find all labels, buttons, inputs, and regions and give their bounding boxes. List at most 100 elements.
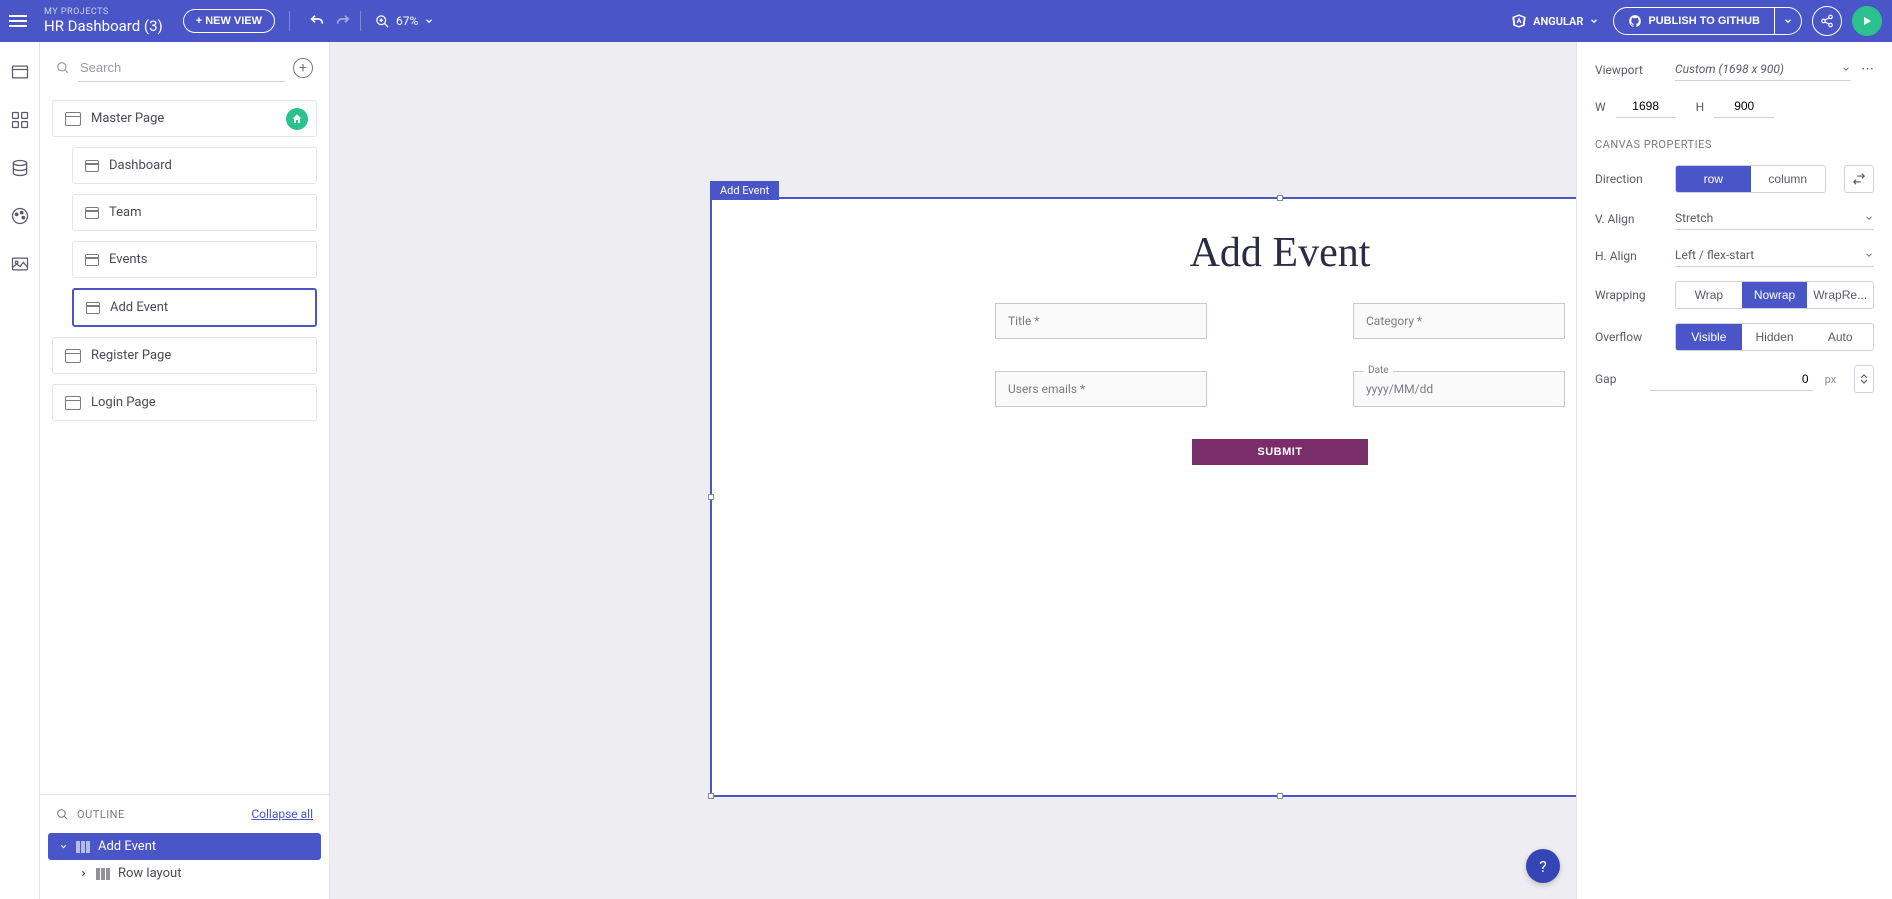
viewport-label: Viewport bbox=[1595, 63, 1665, 77]
publish-caret-button[interactable] bbox=[1775, 7, 1802, 35]
page-item-dashboard[interactable]: Dashboard bbox=[72, 147, 317, 184]
page-icon bbox=[65, 112, 81, 126]
canvas-properties-title: CANVAS PROPERTIES bbox=[1595, 138, 1874, 151]
publish-button[interactable]: PUBLISH TO GITHUB bbox=[1613, 7, 1775, 35]
share-icon bbox=[1820, 14, 1834, 28]
share-button[interactable] bbox=[1812, 6, 1842, 36]
field-label: Category * bbox=[1366, 314, 1422, 328]
tree-item-label: Add Event bbox=[98, 839, 156, 854]
tree-item-label: Row layout bbox=[118, 866, 181, 881]
page-label: Events bbox=[109, 252, 147, 267]
valign-label: V. Align bbox=[1595, 212, 1665, 226]
icon-rail bbox=[0, 42, 40, 899]
page-item-login[interactable]: Login Page bbox=[52, 384, 317, 421]
rail-data-button[interactable] bbox=[8, 156, 32, 180]
menu-button[interactable] bbox=[0, 0, 36, 42]
collapse-all-link[interactable]: Collapse all bbox=[251, 807, 313, 821]
width-input[interactable] bbox=[1616, 95, 1676, 118]
framework-selector[interactable]: ANGULAR bbox=[1511, 13, 1599, 29]
project-block[interactable]: MY PROJECTS HR Dashboard (3) bbox=[44, 8, 163, 34]
direction-row-button[interactable]: row bbox=[1676, 166, 1751, 192]
tree-item-row-layout[interactable]: Row layout bbox=[68, 860, 321, 887]
rail-theme-button[interactable] bbox=[8, 204, 32, 228]
chevron-down-icon bbox=[1589, 16, 1599, 26]
outline-label: OUTLINE bbox=[77, 808, 125, 821]
canvas-area[interactable]: Add Event Add Event Title * Category * bbox=[330, 42, 1576, 899]
direction-segment: row column bbox=[1675, 165, 1826, 193]
page-label: Add Event bbox=[110, 300, 168, 315]
resize-handle-sw[interactable] bbox=[708, 793, 714, 799]
more-options-button[interactable]: ⋯ bbox=[1861, 62, 1874, 77]
add-page-button[interactable]: + bbox=[293, 58, 313, 78]
rail-views-button[interactable] bbox=[8, 60, 32, 84]
swap-direction-button[interactable] bbox=[1844, 165, 1874, 193]
redo-button[interactable] bbox=[330, 8, 356, 34]
viewport-value: Custom (1698 x 900) bbox=[1675, 62, 1784, 76]
new-view-button[interactable]: + NEW VIEW bbox=[183, 9, 275, 33]
page-item-events[interactable]: Events bbox=[72, 241, 317, 278]
gap-lock-button[interactable] bbox=[1854, 365, 1874, 393]
zoom-value: 67% bbox=[396, 14, 418, 28]
overflow-auto-button[interactable]: Auto bbox=[1807, 324, 1873, 350]
overflow-hidden-button[interactable]: Hidden bbox=[1742, 324, 1808, 350]
page-label: Team bbox=[109, 205, 142, 220]
field-placeholder: yyyy/MM/dd bbox=[1366, 382, 1433, 396]
page-item-add-event[interactable]: Add Event bbox=[72, 288, 317, 327]
tree-item-add-event[interactable]: Add Event bbox=[48, 833, 321, 860]
chevron-down-icon bbox=[58, 842, 68, 851]
title-field[interactable]: Title * bbox=[995, 303, 1207, 339]
search-input[interactable] bbox=[78, 54, 285, 82]
undo-button[interactable] bbox=[304, 8, 330, 34]
pages-list: Master Page Dashboard Team Events bbox=[40, 94, 329, 794]
category-field[interactable]: Category * bbox=[1353, 303, 1565, 339]
halign-select[interactable]: Left / flex-start bbox=[1675, 244, 1874, 267]
hamburger-icon bbox=[9, 20, 27, 22]
divider bbox=[360, 11, 361, 31]
overflow-label: Overflow bbox=[1595, 330, 1665, 344]
height-input[interactable] bbox=[1714, 95, 1774, 118]
nowrap-button[interactable]: Nowrap bbox=[1742, 282, 1808, 308]
gap-input[interactable] bbox=[1650, 368, 1813, 391]
zoom-icon bbox=[375, 14, 390, 29]
zoom-control[interactable]: 67% bbox=[375, 14, 434, 29]
page-label: Dashboard bbox=[109, 158, 172, 173]
valign-select[interactable]: Stretch bbox=[1675, 207, 1874, 230]
swap-icon bbox=[1852, 172, 1866, 186]
selection-tag: Add Event bbox=[710, 181, 779, 200]
help-button[interactable]: ? bbox=[1526, 849, 1560, 883]
page-item-register[interactable]: Register Page bbox=[52, 337, 317, 374]
outline-tree: Add Event Row layout bbox=[40, 833, 329, 899]
preview-button[interactable] bbox=[1852, 6, 1882, 36]
submit-button[interactable]: SUBMIT bbox=[1192, 439, 1368, 465]
resize-handle-n[interactable] bbox=[1277, 195, 1283, 201]
resize-handle-s[interactable] bbox=[1277, 793, 1283, 799]
page-item-master[interactable]: Master Page bbox=[52, 100, 317, 137]
canvas-frame[interactable]: Add Event Title * Category * Users email… bbox=[710, 197, 1576, 797]
overflow-visible-button[interactable]: Visible bbox=[1676, 324, 1742, 350]
chevron-down-icon bbox=[1864, 213, 1874, 223]
field-label: Title * bbox=[1008, 314, 1039, 328]
width-label: W bbox=[1595, 100, 1606, 114]
top-bar: MY PROJECTS HR Dashboard (3) + NEW VIEW … bbox=[0, 0, 1892, 42]
date-field[interactable]: Date yyyy/MM/dd bbox=[1353, 371, 1565, 407]
direction-column-button[interactable]: column bbox=[1751, 166, 1826, 192]
viewport-select[interactable]: Custom (1698 x 900) bbox=[1675, 58, 1851, 81]
overflow-segment: Visible Hidden Auto bbox=[1675, 323, 1874, 351]
resize-handle-w[interactable] bbox=[708, 494, 714, 500]
chevron-right-icon bbox=[78, 869, 88, 878]
framework-label: ANGULAR bbox=[1533, 15, 1583, 28]
users-emails-field[interactable]: Users emails * bbox=[995, 371, 1207, 407]
home-icon bbox=[291, 113, 303, 125]
halign-label: H. Align bbox=[1595, 249, 1665, 263]
layout-icon bbox=[76, 841, 90, 853]
page-label: Master Page bbox=[91, 111, 164, 126]
rail-components-button[interactable] bbox=[8, 108, 32, 132]
search-icon bbox=[56, 61, 70, 75]
github-icon bbox=[1628, 14, 1642, 28]
search-icon bbox=[56, 808, 69, 821]
wrap-button[interactable]: Wrap bbox=[1676, 282, 1742, 308]
angular-icon bbox=[1511, 13, 1527, 29]
page-item-team[interactable]: Team bbox=[72, 194, 317, 231]
wrap-reverse-button[interactable]: WrapRe... bbox=[1807, 282, 1873, 308]
rail-assets-button[interactable] bbox=[8, 252, 32, 276]
